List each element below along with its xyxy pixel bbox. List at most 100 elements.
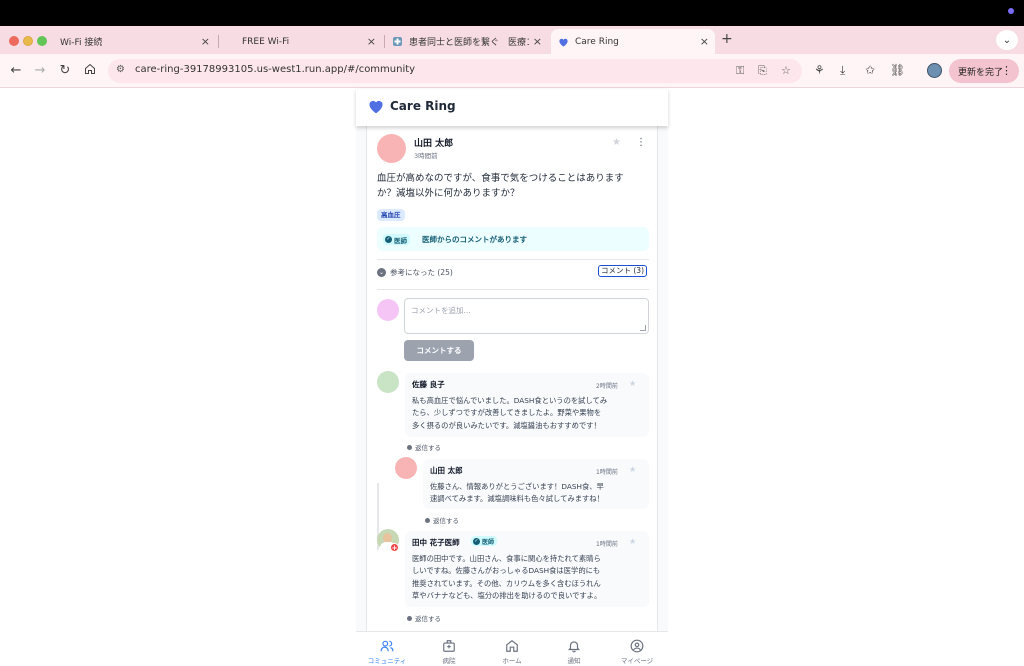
reply-label: 返信する <box>433 517 459 525</box>
resize-grip-icon[interactable] <box>640 325 646 331</box>
nav-mypage[interactable]: マイページ <box>607 638 667 665</box>
reply-dot-icon <box>407 444 412 450</box>
hospital-favicon-icon <box>392 36 403 47</box>
tab-free-wifi[interactable]: FREE Wi-Fi × <box>220 29 382 54</box>
profile-avatar[interactable] <box>927 63 942 78</box>
app-title: Care Ring <box>390 99 456 113</box>
url-text[interactable]: care-ring-39178993105.us-west1.run.app/#… <box>135 64 415 75</box>
comment-line: 佐藤さん、情報ありがとうございます！DASH食、早 <box>430 482 604 491</box>
update-button[interactable]: 更新を完了 ⋮ <box>949 59 1019 83</box>
comment-line: たら、少しずつですが改善してきましたよ。野菜や果物を <box>412 408 602 418</box>
comment-line: 私も高血圧で悩んでいました。DASH食というのを試してみ <box>412 396 608 405</box>
comment-line: しいですね。佐藤さんがおっしゃるDASH食は医学的にも <box>412 566 601 576</box>
comment-star-icon[interactable]: ★ <box>629 379 636 388</box>
comment-author-avatar[interactable] <box>377 371 399 393</box>
tab-close-icon[interactable]: × <box>201 35 210 48</box>
window-zoom-button[interactable] <box>37 36 47 46</box>
comment-star-icon[interactable]: ★ <box>629 537 636 546</box>
helpful-button[interactable]: ⌄ 参考になった (25) <box>377 267 453 278</box>
reply-button[interactable]: 返信する <box>407 442 441 452</box>
nav-hospital[interactable]: 病院 <box>419 638 479 665</box>
post-menu-icon[interactable]: ⋮ <box>636 137 646 148</box>
tab-separator <box>218 35 219 48</box>
password-key-icon[interactable]: ⚿ <box>736 64 744 78</box>
site-settings-icon[interactable]: ⚙ <box>116 64 125 75</box>
back-button[interactable]: ← <box>8 63 24 79</box>
tab-search-button[interactable]: ⌄ <box>996 30 1018 50</box>
chevron-down-icon: ⌄ <box>1002 34 1012 46</box>
tab-close-icon[interactable]: × <box>700 35 709 48</box>
tab-medical-community[interactable]: 患者同士と医師を繋ぐ 医療コミ × <box>386 29 548 54</box>
divider <box>377 289 649 290</box>
home-button[interactable] <box>82 63 98 80</box>
comment-time: 2時間前 <box>596 383 618 390</box>
reload-button[interactable]: ↻ <box>57 63 73 79</box>
download-icon[interactable]: ⤓ <box>840 63 845 78</box>
nav-label: 通知 <box>567 657 581 665</box>
comment-item: 山田 太郎 1時間前 ★ 佐藤さん、情報ありがとうございます！DASH食、早 速… <box>423 459 649 509</box>
comment-line: 多く摂るのが良いみたいです。減塩醤油もおすすめです！ <box>412 420 601 430</box>
nav-label: コミュニティ <box>367 657 407 665</box>
tab-strip: Wi-Fi 接続 × FREE Wi-Fi × 患者同士と医師を繋ぐ 医療コミ … <box>0 26 1024 54</box>
new-tab-button[interactable]: + <box>721 31 733 47</box>
medical-cross-icon: + <box>390 543 399 552</box>
tab-title: Care Ring <box>575 36 619 47</box>
comment-item: 田中 花子医師 ✓ 医師 1時間前 ★ 医師の田中です。山田さん、食事に関心を持… <box>405 531 649 607</box>
comment-text: 私も高血圧で悩んでいました。DASH食というのを試してみ たら、少しずつですが改… <box>412 395 607 432</box>
comment-star-icon[interactable]: ★ <box>629 465 636 474</box>
comment-author[interactable]: 佐藤 良子 <box>412 379 445 390</box>
reply-label: 返信する <box>415 615 441 623</box>
nav-label: 病院 <box>442 657 456 665</box>
window-close-button[interactable] <box>9 36 19 46</box>
comment-placeholder: コメントを追加... <box>411 306 471 315</box>
nav-label: ホーム <box>502 657 522 665</box>
comment-time: 1時間前 <box>596 469 618 476</box>
extension-icon[interactable]: ⚘ <box>814 63 825 77</box>
divider <box>377 259 649 260</box>
reply-dot-icon <box>425 517 430 523</box>
tab-wifi-connect[interactable]: Wi-Fi 接続 × <box>52 29 216 54</box>
app-header: Care Ring <box>356 89 668 126</box>
tab-close-icon[interactable]: × <box>533 35 542 48</box>
comments-toggle-button[interactable]: コメント (3) <box>598 265 648 277</box>
tab-title: 患者同士と医師を繋ぐ 医療コミ <box>409 38 529 48</box>
nav-label: マイページ <box>620 657 654 665</box>
comment-author[interactable]: 田中 花子医師 <box>412 537 460 548</box>
bookmarks-icon[interactable]: ✩ <box>865 63 875 77</box>
comment-author-avatar[interactable] <box>395 457 417 479</box>
forward-button[interactable]: → <box>32 63 48 79</box>
address-bar[interactable]: ⚙ care-ring-39178993105.us-west1.run.app… <box>108 59 802 83</box>
comment-author[interactable]: 山田 太郎 <box>430 465 463 476</box>
reply-button[interactable]: 返信する <box>425 515 459 525</box>
comment-line: 医師の田中です。山田さん、食事に関心を持たれて素晴ら <box>412 554 601 563</box>
doctor-badge: ✓ 医師 <box>471 536 498 546</box>
nav-home[interactable]: ホーム <box>482 638 542 665</box>
status-dot <box>1008 8 1014 14</box>
doctor-badge-label: 医師 <box>482 538 495 546</box>
hospital-icon <box>419 638 479 652</box>
bookmark-star-icon[interactable]: ☆ <box>781 64 791 77</box>
tab-care-ring[interactable]: Care Ring × <box>551 29 715 54</box>
tab-close-icon[interactable]: × <box>367 35 376 48</box>
favorite-star-icon[interactable]: ★ <box>612 137 621 148</box>
doctor-badge-label: 医師 <box>394 236 407 245</box>
bottom-nav: コミュニティ 病院 ホーム 通知 マイページ <box>356 631 668 666</box>
post-tag[interactable]: 高血圧 <box>377 209 405 221</box>
doctor-comment-notice[interactable]: ✓ 医師 医師からのコメントがあります <box>377 227 649 251</box>
nav-community[interactable]: コミュニティ <box>357 638 417 665</box>
comment-time: 1時間前 <box>596 541 618 548</box>
translate-icon[interactable]: ⎘ <box>758 64 767 78</box>
link-icon[interactable]: ⛓ <box>890 63 905 77</box>
browser-toolbar: ← → ↻ ⚙ care-ring-39178993105.us-west1.r… <box>0 54 1024 88</box>
nav-notifications[interactable]: 通知 <box>544 638 604 665</box>
window-minimize-button[interactable] <box>23 36 33 46</box>
reply-button[interactable]: 返信する <box>407 613 441 623</box>
post-author-name[interactable]: 山田 太郎 <box>414 136 453 149</box>
post-author-avatar[interactable] <box>377 134 406 163</box>
my-avatar <box>377 299 399 321</box>
users-icon <box>357 638 417 652</box>
more-menu-icon[interactable]: ⋮ <box>1001 64 1012 77</box>
comment-input[interactable]: コメントを追加... <box>404 298 649 334</box>
comment-line: 推奨されています。その他、カリウムを多く含むほうれん <box>412 578 601 588</box>
submit-comment-button[interactable]: コメントする <box>404 340 474 361</box>
